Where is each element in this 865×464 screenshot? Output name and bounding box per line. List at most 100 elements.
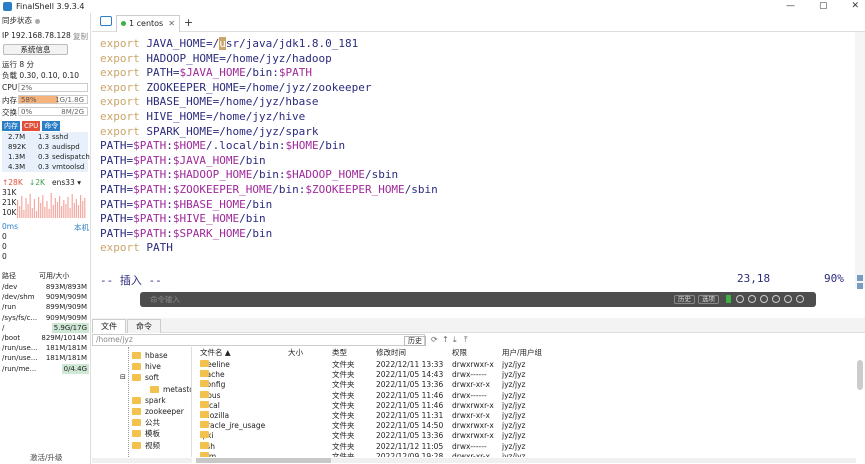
- tree-item[interactable]: spark: [132, 395, 166, 406]
- file-list-hscrollbar[interactable]: [196, 458, 856, 463]
- terminal-scrollbar[interactable]: [855, 32, 865, 289]
- disk-row[interactable]: /sys/fs/c... 909M/909M: [2, 313, 89, 323]
- tree-item[interactable]: hbase: [132, 350, 168, 361]
- disk-row[interactable]: /run/use... 181M/181M: [2, 353, 89, 363]
- settings-icon[interactable]: [772, 295, 780, 303]
- terminal[interactable]: export JAVA_HOME=/usr/java/jdk1.8.0_181 e…: [92, 32, 855, 288]
- command-bar[interactable]: 命令输入 历史 选项: [140, 292, 816, 307]
- scroll-thumb[interactable]: [857, 360, 863, 390]
- paste-icon[interactable]: [748, 295, 756, 303]
- net-activity-bar: [29, 194, 31, 218]
- col-perms[interactable]: 权限: [452, 347, 467, 358]
- terminal-token: /bin:: [272, 183, 306, 196]
- file-row[interactable]: .dbus 文件夹 2022/11/05 11:46 drwx------ jyz/jy…: [196, 390, 856, 401]
- disk-usage: 893M/893M: [45, 283, 87, 291]
- copy-ip-link[interactable]: 复制: [73, 31, 88, 42]
- file-row[interactable]: .vim 文件夹 2022/12/09 19:28 drwxr-xr-x jyz/jyz: [196, 451, 856, 457]
- process-row[interactable]: 2.7M 1.3 sshd: [2, 132, 88, 142]
- process-row[interactable]: 892K 0.3 audispd: [2, 142, 88, 152]
- download-file-icon[interactable]: ⤓: [453, 336, 461, 344]
- activate-link[interactable]: 激活/升级: [30, 452, 63, 463]
- terminal-token: $HADOOP_HOME: [285, 168, 365, 182]
- file-row[interactable]: .config 文件夹 2022/11/05 13:36 drwxr-xr-x jyz/…: [196, 380, 856, 390]
- file-row[interactable]: .cache 文件夹 2022/11/05 14:43 drwx------ jyz/j…: [196, 370, 856, 380]
- tree-item[interactable]: 模板: [132, 428, 160, 439]
- expand-icon[interactable]: [796, 295, 804, 303]
- folder-icon: [132, 430, 141, 438]
- upload-file-icon[interactable]: ⤒: [464, 336, 472, 344]
- up-dir-icon[interactable]: ↑: [442, 336, 450, 344]
- disk-row[interactable]: /dev 893M/893M: [2, 282, 89, 292]
- tree-item[interactable]: 视频: [132, 440, 160, 451]
- add-tab-button[interactable]: +: [184, 16, 193, 29]
- maximize-icon[interactable]: ▢: [819, 0, 828, 13]
- history-button[interactable]: 历史: [674, 295, 695, 304]
- file-owner: jyz/jyz: [502, 380, 526, 390]
- file-row[interactable]: .beeline 文件夹 2022/12/11 13:33 drwxrwxr-x jyz…: [196, 360, 856, 370]
- terminal-token: $PATH: [133, 197, 167, 211]
- terminal-line: PATH=$PATH:$SPARK_HOME/bin: [100, 227, 272, 241]
- disk-usage: 181M/181M: [45, 354, 87, 363]
- file-row[interactable]: .ssh 文件夹 2022/11/12 11:05 drwx------ jyz/jyz: [196, 441, 856, 452]
- process-row[interactable]: 4.3M 0.3 vmtoolsd: [2, 162, 88, 172]
- col-modified[interactable]: 修改时间: [376, 347, 406, 358]
- app-logo-icon: [3, 2, 12, 11]
- close-tab-icon[interactable]: ✕: [168, 16, 175, 31]
- tab-proc-cmd[interactable]: 命令: [42, 121, 61, 131]
- disk-row[interactable]: / 5.9G/17G: [2, 322, 89, 333]
- tab-files[interactable]: 文件: [92, 319, 126, 333]
- options-button[interactable]: 选项: [698, 295, 719, 304]
- tree-item[interactable]: metastor: [150, 384, 191, 395]
- net-interface-select[interactable]: ens33 ▾: [52, 178, 81, 187]
- path-input[interactable]: /home/jyz: [92, 334, 425, 346]
- folder-icon: [132, 419, 141, 427]
- cpu-label: CPU: [2, 83, 18, 92]
- path-history-button[interactable]: 历史: [404, 336, 426, 346]
- disk-row[interactable]: /run/me... 0/4.4G: [2, 363, 89, 374]
- copy-icon[interactable]: [736, 295, 744, 303]
- disk-row[interactable]: /dev/shm 909M/909M: [2, 292, 89, 302]
- disk-row[interactable]: /run/use... 181M/181M: [2, 343, 89, 353]
- download-icon[interactable]: [784, 295, 792, 303]
- send-icon[interactable]: [726, 295, 731, 303]
- tree-scrollbar[interactable]: [92, 458, 192, 463]
- file-row[interactable]: .mozilla 文件夹 2022/11/05 11:31 drwxr-xr-x jyz…: [196, 411, 856, 421]
- file-row[interactable]: .oracle_jre_usage 文件夹 2022/11/05 14:50 drwx…: [196, 421, 856, 431]
- hscroll-thumb[interactable]: [196, 458, 331, 463]
- file-type: 文件夹: [332, 451, 355, 457]
- command-input[interactable]: 命令输入: [150, 294, 180, 305]
- net-activity-bar: [33, 199, 35, 218]
- col-size[interactable]: 大小: [288, 347, 303, 358]
- refresh-icon[interactable]: ⟳: [431, 336, 439, 344]
- minimize-icon[interactable]: —: [786, 0, 795, 13]
- tab-proc-cpu[interactable]: CPU: [22, 121, 41, 131]
- tree-item[interactable]: hive: [132, 361, 161, 372]
- close-icon[interactable]: ✕: [851, 0, 859, 13]
- file-row[interactable]: .local 文件夹 2022/11/05 11:46 drwxrwxr-x jyz/j…: [196, 400, 856, 411]
- file-row[interactable]: .pki 文件夹 2022/11/05 13:36 drwxrwxr-x jyz/jyz: [196, 431, 856, 441]
- net-activity-bar: [31, 208, 33, 218]
- col-type[interactable]: 类型: [332, 347, 347, 358]
- tab-centos[interactable]: 1 centos ✕: [116, 15, 180, 32]
- search-icon[interactable]: [760, 295, 768, 303]
- collapse-icon[interactable]: ⊟: [120, 372, 126, 383]
- tree-item[interactable]: zookeeper: [132, 406, 184, 417]
- tab-proc-mem[interactable]: 内存: [2, 121, 20, 131]
- net-tick: 10K: [2, 208, 17, 217]
- scroll-down-icon[interactable]: [857, 283, 863, 289]
- terminal-line: export PATH=$JAVA_HOME/bin:$PATH: [100, 66, 312, 80]
- tree-item[interactable]: ⊟ soft: [120, 372, 159, 383]
- scroll-lock-icon[interactable]: [857, 275, 863, 281]
- tree-item[interactable]: 公共: [132, 417, 160, 428]
- file-list-scrollbar[interactable]: [857, 340, 863, 450]
- tab-commands[interactable]: 命令: [127, 319, 161, 333]
- disk-row[interactable]: /run 899M/909M: [2, 302, 89, 312]
- folder-icon[interactable]: [100, 16, 112, 26]
- process-row[interactable]: 1.3M 0.3 sedispatch: [2, 152, 90, 162]
- file-name-text: .oracle_jre_usage: [200, 421, 266, 431]
- latency-host[interactable]: 本机: [74, 222, 89, 233]
- col-name[interactable]: 文件名 ▲: [200, 347, 231, 358]
- system-info-button[interactable]: 系统信息: [3, 44, 68, 55]
- disk-row[interactable]: /boot 829M/1014M: [2, 333, 89, 343]
- col-owner[interactable]: 用户/用户组: [502, 347, 542, 358]
